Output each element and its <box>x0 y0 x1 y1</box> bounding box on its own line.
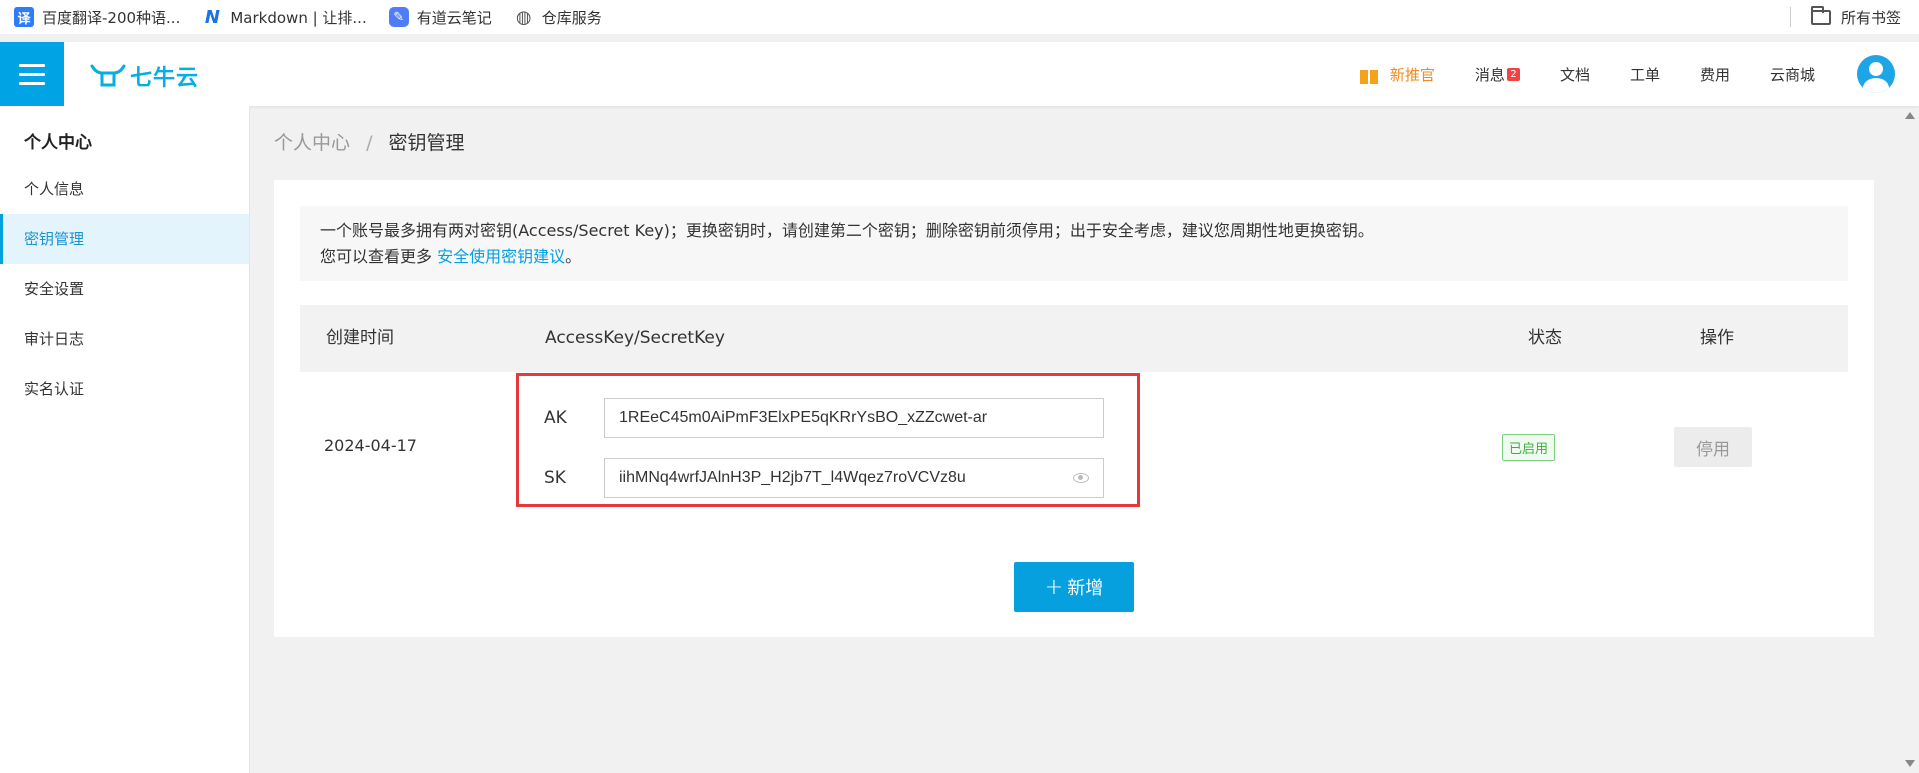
column-header-status: 状态 <box>1528 328 1562 348</box>
column-header-keys: AccessKey/SecretKey <box>545 328 725 348</box>
sidebar-item-key-management[interactable]: 密钥管理 <box>0 214 249 264</box>
access-key-field[interactable]: 1REeC45m0AiPmF3ElxPE5qKRrYsBO_xZZcwet-ar <box>604 398 1104 438</box>
table-header: 创建时间 AccessKey/SecretKey 状态 操作 <box>300 305 1848 372</box>
ak-row: AK 1REeC45m0AiPmF3ElxPE5qKRrYsBO_xZZcwet… <box>519 398 1104 438</box>
user-avatar[interactable] <box>1857 55 1895 93</box>
nav-tickets[interactable]: 工单 <box>1630 64 1660 85</box>
key-notice: 一个账号最多拥有两对密钥(Access/Secret Key)；更换密钥时，请创… <box>300 206 1848 281</box>
security-advice-link[interactable]: 安全使用密钥建议 <box>437 247 565 266</box>
bookmark-label: Markdown | 让排... <box>230 8 367 27</box>
sidebar-title: 个人中心 <box>24 133 92 153</box>
nav-market[interactable]: 云商城 <box>1770 64 1815 85</box>
globe-icon: ◍ <box>515 6 532 28</box>
notice-prefix: 您可以查看更多 <box>320 247 438 266</box>
menu-bar-icon <box>19 63 45 67</box>
ak-label: AK <box>544 408 567 428</box>
sk-row: SK iihMNq4wrfJAlnH3P_H2jb7T_l4Wqez7roVCV… <box>519 458 1104 498</box>
bookmarks-bar: 译 百度翻译-200种语... N Markdown | 让排... ✎ 有道云… <box>0 0 1919 34</box>
sidebar-item-profile[interactable]: 个人信息 <box>0 164 249 214</box>
nav-new-label: 新推官 <box>1389 65 1435 84</box>
bookmark-label: 百度翻译-200种语... <box>42 8 181 27</box>
bookmark-repo-service[interactable]: ◍ 仓库服务 <box>514 0 602 34</box>
breadcrumb: 个人中心 / 密钥管理 <box>274 128 465 155</box>
scroll-up-arrow-icon[interactable] <box>1905 112 1915 119</box>
nav-messages-label: 消息 <box>1474 65 1505 84</box>
bookmark-youdao-note[interactable]: ✎ 有道云笔记 <box>388 0 492 34</box>
logo-text: 七牛云 <box>130 66 200 91</box>
key-created-date: 2024-04-17 <box>324 436 417 455</box>
menu-bar-icon <box>19 72 45 76</box>
bookmark-label: 有道云笔记 <box>416 8 492 27</box>
status-badge: 已启用 <box>1502 434 1556 461</box>
bookmark-label: 仓库服务 <box>541 8 602 27</box>
add-key-button[interactable]: + 新增 <box>1014 562 1134 612</box>
column-header-created: 创建时间 <box>326 328 394 348</box>
eye-icon[interactable] <box>1073 473 1089 483</box>
add-key-label: 新增 <box>1067 578 1104 599</box>
plus-icon: + <box>1044 574 1064 600</box>
bookmark-markdown[interactable]: N Markdown | 让排... <box>202 0 367 34</box>
message-count-badge: 2 <box>1506 67 1520 81</box>
youdao-note-icon: ✎ <box>388 7 409 27</box>
scroll-down-arrow-icon[interactable] <box>1905 760 1915 767</box>
top-header: 七牛云 新推官 消息 2 文档 工单 费用 云商城 <box>0 42 1919 106</box>
sidebar-item-security[interactable]: 安全设置 <box>0 264 249 314</box>
sidebar-item-audit-log[interactable]: 审计日志 <box>0 314 249 364</box>
breadcrumb-parent[interactable]: 个人中心 <box>274 132 350 154</box>
nav-tickets-label: 工单 <box>1629 65 1660 84</box>
nav-docs[interactable]: 文档 <box>1560 64 1590 85</box>
access-key-value: 1REeC45m0AiPmF3ElxPE5qKRrYsBO_xZZcwet-ar <box>619 409 988 426</box>
gift-icon <box>1359 64 1378 84</box>
disable-key-button[interactable]: 停用 <box>1674 427 1752 467</box>
secret-key-value: iihMNq4wrfJAlnH3P_H2jb7T_l4Wqez7roVCVz8u <box>619 469 966 486</box>
breadcrumb-separator: / <box>366 132 373 154</box>
top-nav: 新推官 消息 2 文档 工单 费用 云商城 <box>1320 42 1919 106</box>
nav-billing[interactable]: 费用 <box>1700 64 1730 85</box>
nav-market-label: 云商城 <box>1769 65 1815 84</box>
nav-messages[interactable]: 消息 2 <box>1475 64 1520 85</box>
hamburger-menu-button[interactable] <box>0 42 64 106</box>
key-highlight-box: AK 1REeC45m0AiPmF3ElxPE5qKRrYsBO_xZZcwet… <box>516 373 1140 507</box>
menu-bar-icon <box>19 81 45 85</box>
key-management-card: 一个账号最多拥有两对密钥(Access/Secret Key)；更换密钥时，请创… <box>274 180 1874 637</box>
sk-label: SK <box>544 468 566 488</box>
nav-billing-label: 费用 <box>1699 65 1730 84</box>
folder-icon <box>1810 5 1831 25</box>
secret-key-field[interactable]: iihMNq4wrfJAlnH3P_H2jb7T_l4Wqez7roVCVz8u <box>604 458 1104 498</box>
notice-suffix: 。 <box>565 247 582 266</box>
sidebar: 个人中心 个人信息 密钥管理 安全设置 审计日志 实名认证 <box>0 106 250 773</box>
all-bookmarks-label: 所有书签 <box>1840 8 1901 27</box>
qiniu-logo[interactable]: 七牛云 <box>90 60 199 92</box>
breadcrumb-current: 密钥管理 <box>388 132 465 154</box>
notice-line-2: 您可以查看更多 安全使用密钥建议。 <box>320 244 1848 270</box>
markdown-icon: N <box>204 6 220 28</box>
nav-new-promo[interactable]: 新推官 <box>1359 64 1435 85</box>
qiniu-logo-icon <box>90 64 126 87</box>
bookmarks-divider <box>1789 7 1791 27</box>
notice-line-1: 一个账号最多拥有两对密钥(Access/Secret Key)；更换密钥时，请创… <box>320 221 1374 240</box>
sidebar-item-real-name[interactable]: 实名认证 <box>0 364 249 414</box>
bookmark-baidu-translate[interactable]: 译 百度翻译-200种语... <box>14 0 180 34</box>
baidu-translate-icon: 译 <box>14 7 34 27</box>
nav-docs-label: 文档 <box>1559 65 1590 84</box>
column-header-actions: 操作 <box>1700 328 1734 348</box>
all-bookmarks[interactable]: 所有书签 <box>1789 0 1901 34</box>
